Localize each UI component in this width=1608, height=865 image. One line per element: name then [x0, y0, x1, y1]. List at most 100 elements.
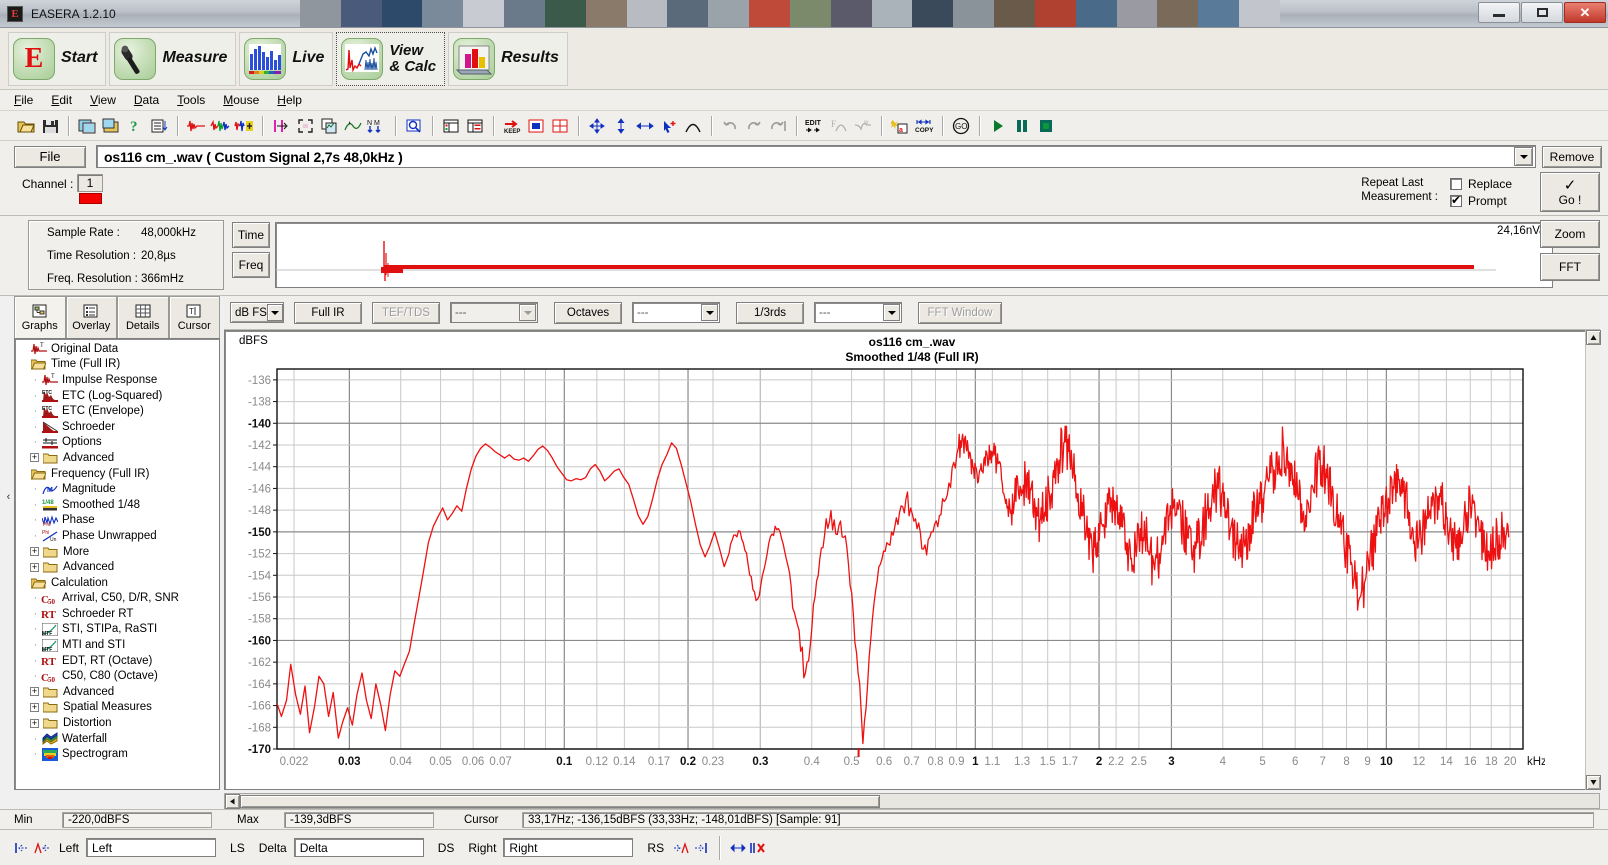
vertical-scrollbar[interactable]	[1585, 330, 1601, 790]
window-graph-icon[interactable]	[525, 115, 547, 137]
tree-item-edt-rt-octave[interactable]: · RT EDT, RT (Octave)	[17, 653, 219, 669]
mode-button-view-calc[interactable]: View & Calc	[336, 31, 446, 86]
tab-overlay[interactable]: Overlay	[65, 296, 117, 338]
go-circle-icon[interactable]: GO	[950, 115, 972, 137]
chevron-down-icon[interactable]	[883, 304, 900, 321]
mode-button-measure[interactable]: Measure	[109, 31, 237, 86]
expand-plus-icon[interactable]: +	[30, 702, 39, 712]
ds-label[interactable]: DS	[424, 841, 462, 855]
minimize-button[interactable]	[1478, 2, 1520, 23]
jump-to-end-icon[interactable]	[691, 838, 711, 858]
channel-color-swatch[interactable]	[79, 193, 102, 204]
scale-vertical-icon[interactable]	[610, 115, 632, 137]
tree-item-time-full-ir[interactable]: Time (Full IR)	[17, 357, 219, 373]
menu-item-edit[interactable]: Edit	[51, 93, 72, 107]
expand-plus-icon[interactable]: +	[30, 547, 39, 557]
expand-plus-icon[interactable]: +	[30, 453, 39, 463]
import-data-icon[interactable]	[76, 115, 98, 137]
peak-right-icon[interactable]	[671, 838, 691, 858]
delta-value[interactable]: Delta	[293, 838, 424, 857]
replace-checkbox[interactable]	[1449, 177, 1462, 190]
normalize-nm-icon[interactable]: NM	[366, 115, 388, 137]
ls-label[interactable]: LS	[216, 841, 252, 855]
scroll-thumb[interactable]	[240, 794, 880, 808]
scroll-left-icon[interactable]	[225, 793, 240, 809]
unit-combobox[interactable]: dB FS	[230, 302, 284, 323]
scroll-up-icon[interactable]	[1586, 330, 1601, 345]
impulse-preview[interactable]: 24,16nVal	[275, 222, 1553, 288]
frequency-plot-panel[interactable]: dBFS os116 cm_.wav Smoothed 1/48 (Full I…	[224, 330, 1600, 790]
replace-checkbox-row[interactable]: Replace	[1449, 176, 1512, 191]
chevron-down-icon[interactable]	[1514, 147, 1533, 166]
undo-icon[interactable]	[719, 115, 741, 137]
menu-item-file[interactable]: File	[14, 93, 33, 107]
go-button[interactable]: ✓ Go !	[1540, 172, 1600, 212]
redo-icon[interactable]	[743, 115, 765, 137]
tree-item-magnitude[interactable]: · M Magnitude	[17, 481, 219, 497]
left-value[interactable]: Left	[86, 838, 217, 857]
graph-tree[interactable]: T Original Data Time (Full IR) · T Impulse Re…	[14, 338, 220, 790]
tree-item-distortion[interactable]: + Distortion	[17, 715, 219, 731]
tree-item-impulse-response[interactable]: · T Impulse Response	[17, 372, 219, 388]
cursor-plus-icon[interactable]	[658, 115, 680, 137]
tree-item-etc-log-squared[interactable]: · ETC ETC (Log-Squared)	[17, 388, 219, 404]
span-both-icon[interactable]	[728, 838, 748, 858]
chevron-down-icon[interactable]	[267, 304, 283, 321]
tree-item-phase[interactable]: · Phi Phase	[17, 513, 219, 529]
tree-item-c50-c80-octave[interactable]: · C 50 C50, C80 (Octave)	[17, 668, 219, 684]
tab-graphs[interactable]: Graphs	[14, 296, 66, 338]
save-disk-icon[interactable]	[39, 115, 61, 137]
rs-label[interactable]: RS	[633, 841, 671, 855]
align-markers-icon[interactable]	[270, 115, 292, 137]
file-button[interactable]: File	[14, 145, 86, 168]
copy-width-icon[interactable]: COPY	[913, 115, 935, 137]
menu-item-tools[interactable]: Tools	[177, 93, 205, 107]
channel-value[interactable]: 1	[77, 174, 103, 192]
prompt-checkbox[interactable]	[1449, 193, 1462, 207]
tree-item-schroeder-rt[interactable]: · RT Schroeder RT	[17, 606, 219, 622]
copy-graph-icon[interactable]	[318, 115, 340, 137]
impulse-func-icon[interactable]: w	[852, 115, 874, 137]
open-folder-icon[interactable]	[15, 115, 37, 137]
tree-item-more[interactable]: + More	[17, 544, 219, 560]
menu-item-view[interactable]: View	[90, 93, 116, 107]
maximize-button[interactable]	[1521, 2, 1563, 23]
tree-item-sti-stipa-rasti[interactable]: · MTF STI, STIPa, RaSTI	[17, 622, 219, 638]
expand-plus-icon[interactable]: +	[30, 562, 39, 572]
mode-button-results[interactable]: Results	[448, 31, 568, 86]
help-question-icon[interactable]: ?	[124, 115, 146, 137]
freq-domain-button[interactable]: Freq	[232, 252, 270, 278]
mode-button-start[interactable]: E Start	[8, 31, 107, 86]
waveform-red-icon[interactable]	[185, 115, 207, 137]
tab-cursor[interactable]: T Cursor	[168, 296, 220, 338]
tree-item-spatial-measures[interactable]: + Spatial Measures	[17, 700, 219, 716]
prompt-checkbox-row[interactable]: Prompt	[1449, 193, 1512, 208]
peak-curve-icon[interactable]	[682, 115, 704, 137]
tree-item-waterfall[interactable]: · Waterfall	[17, 731, 219, 747]
smooth-curve-icon[interactable]	[342, 115, 364, 137]
thirds-button[interactable]: 1/3rds	[736, 301, 804, 324]
table-left-icon[interactable]	[440, 115, 462, 137]
move-cross-icon[interactable]	[586, 115, 608, 137]
scroll-down-icon[interactable]	[1586, 775, 1601, 790]
list-sort-icon[interactable]	[148, 115, 170, 137]
crosshair-icon[interactable]	[549, 115, 571, 137]
export-data-icon[interactable]	[100, 115, 122, 137]
tree-item-calculation[interactable]: Calculation	[17, 575, 219, 591]
full-ir-button[interactable]: Full IR	[294, 301, 362, 324]
horizontal-scrollbar[interactable]	[224, 793, 1600, 809]
table-right-icon[interactable]	[464, 115, 486, 137]
zoom-full-icon[interactable]	[294, 115, 316, 137]
magic-copy-icon[interactable]: a	[889, 115, 911, 137]
play-icon[interactable]	[987, 115, 1009, 137]
waveform-add-icon[interactable]	[233, 115, 255, 137]
zoom-button[interactable]: Zoom	[1540, 220, 1600, 248]
chevron-down-icon[interactable]	[701, 304, 718, 321]
tree-item-options[interactable]: · Options	[17, 435, 219, 451]
tree-item-advanced[interactable]: + Advanced	[17, 684, 219, 700]
tree-item-original-data[interactable]: T Original Data	[17, 341, 219, 357]
mode-button-live[interactable]: Live	[239, 31, 334, 86]
filename-combobox[interactable]: os116 cm_.wav ( Custom Signal 2,7s 48,0k…	[96, 145, 1536, 168]
menu-item-mouse[interactable]: Mouse	[223, 93, 259, 107]
expand-plus-icon[interactable]: +	[30, 718, 39, 728]
